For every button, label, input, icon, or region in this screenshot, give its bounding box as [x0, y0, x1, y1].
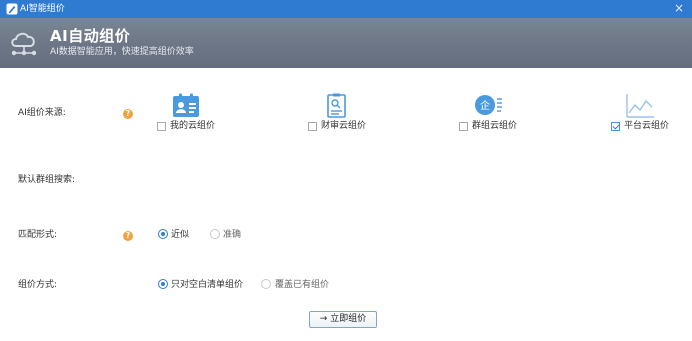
source-option-audit-cloud[interactable]: 财审云组价: [308, 93, 398, 133]
svg-text:企: 企: [480, 99, 490, 112]
group-cloud-label: 群组云组价: [472, 121, 518, 131]
cloud-network-icon: [11, 32, 37, 56]
banner-subtitle: AI数据智能应用，快速提高组价效率: [50, 47, 194, 57]
source-option-platform-cloud[interactable]: 平台云组价: [611, 93, 692, 133]
source-label: AI组价来源:: [18, 108, 66, 118]
submit-button-label: 立即组价: [330, 314, 367, 324]
title-bar: AI智能组价 ×: [0, 0, 692, 18]
match-help-icon[interactable]: ?: [123, 231, 133, 241]
header-banner: AI自动组价 AI数据智能应用，快速提高组价效率: [0, 18, 692, 68]
group-cloud-checkbox[interactable]: [459, 122, 468, 131]
pencil-app-icon: [6, 3, 18, 15]
platform-cloud-label: 平台云组价: [624, 121, 670, 131]
arrow-right-icon: →: [319, 314, 328, 324]
source-option-group-cloud[interactable]: 企 群组云组价: [459, 93, 549, 133]
audit-cloud-checkbox[interactable]: [308, 122, 317, 131]
contact-card-icon: [173, 93, 199, 117]
mode-overwrite-radio[interactable]: [261, 279, 271, 289]
mode-label: 组价方式:: [18, 280, 58, 290]
my-cloud-checkbox[interactable]: [157, 122, 166, 131]
mode-blank-only-label[interactable]: 只对空白清单组价: [171, 279, 243, 291]
source-help-icon[interactable]: ?: [123, 109, 133, 119]
match-exact-radio[interactable]: [210, 229, 220, 239]
audit-document-icon: [327, 93, 346, 118]
audit-cloud-label: 财审云组价: [321, 121, 367, 131]
match-exact-label[interactable]: 准确: [223, 229, 241, 241]
group-search-label: 默认群组搜索:: [18, 175, 76, 185]
match-approx-label[interactable]: 近似: [171, 229, 189, 241]
my-cloud-label: 我的云组价: [170, 121, 216, 131]
submit-button[interactable]: → 立即组价: [309, 311, 377, 328]
close-icon[interactable]: ×: [672, 1, 686, 15]
window-title: AI智能组价: [20, 4, 65, 14]
mode-blank-only-radio[interactable]: [158, 279, 168, 289]
match-approx-radio[interactable]: [158, 229, 168, 239]
source-option-my-cloud[interactable]: 我的云组价: [157, 93, 247, 133]
match-label: 匹配形式:: [18, 230, 58, 240]
line-chart-icon: [626, 94, 654, 118]
banner-title: AI自动组价: [50, 27, 131, 45]
platform-cloud-checkbox[interactable]: [611, 122, 620, 131]
enterprise-group-icon: 企: [475, 95, 502, 115]
mode-overwrite-label[interactable]: 覆盖已有组价: [275, 279, 329, 291]
